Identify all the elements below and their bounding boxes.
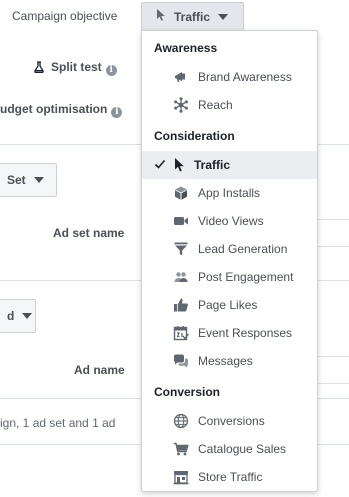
menu-item-label: App Installs xyxy=(198,186,261,200)
group-header-consideration: Consideration xyxy=(154,129,235,143)
info-icon[interactable]: i xyxy=(105,65,117,76)
menu-item-label: Video Views xyxy=(198,214,264,228)
objective-dropdown-menu: Awareness Brand Awareness Reach Consider… xyxy=(141,30,318,492)
campaign-objective-label: Campaign objective xyxy=(12,9,118,23)
info-icon[interactable]: i xyxy=(111,107,123,118)
globe-icon xyxy=(173,413,189,429)
menu-item-label: Traffic xyxy=(194,158,231,172)
menu-item-label: Lead Generation xyxy=(198,242,288,256)
menu-item-traffic[interactable]: Traffic xyxy=(142,151,317,179)
group-header-awareness: Awareness xyxy=(154,41,218,55)
people-icon xyxy=(173,269,189,285)
thumbs-up-icon xyxy=(173,297,189,313)
funnel-icon xyxy=(173,241,189,257)
summary-text: ign, 1 ad set and 1 ad xyxy=(0,416,116,430)
ad-name-input[interactable] xyxy=(318,356,349,384)
video-camera-icon xyxy=(173,213,189,229)
menu-item-video-views[interactable]: Video Views xyxy=(142,207,317,235)
objective-dropdown-trigger[interactable]: Traffic xyxy=(141,2,244,30)
menu-item-conversions[interactable]: Conversions xyxy=(142,407,317,435)
menu-item-event-responses[interactable]: Event Responses xyxy=(142,319,317,347)
box-icon xyxy=(173,185,189,201)
menu-item-reach[interactable]: Reach xyxy=(142,91,317,119)
menu-item-label: Catalogue Sales xyxy=(198,442,287,456)
ad-name-label: Ad name xyxy=(74,363,125,377)
budget-optimisation-text: udget optimisation xyxy=(0,102,108,116)
group-header-conversion: Conversion xyxy=(154,385,221,399)
chevron-down-icon xyxy=(22,313,33,319)
ad-set-button-label: Set xyxy=(7,173,26,187)
menu-item-label: Store Traffic xyxy=(198,470,263,484)
split-test-label: Split test i xyxy=(33,60,117,76)
menu-item-catalogue-sales[interactable]: Catalogue Sales xyxy=(142,435,317,463)
cursor-icon xyxy=(156,8,166,25)
menu-item-messages[interactable]: Messages xyxy=(142,347,317,375)
ad-set-dropdown-button[interactable]: Set xyxy=(0,163,57,197)
menu-item-brand-awareness[interactable]: Brand Awareness xyxy=(142,63,317,91)
flask-icon xyxy=(33,61,45,74)
ad-set-name-input[interactable] xyxy=(318,219,349,247)
menu-item-label: Brand Awareness xyxy=(198,70,292,84)
menu-item-store-traffic[interactable]: Store Traffic xyxy=(142,463,317,491)
megaphone-icon xyxy=(173,69,189,85)
menu-item-page-likes[interactable]: Page Likes xyxy=(142,291,317,319)
ad-set-name-label: Ad set name xyxy=(53,226,125,240)
chevron-down-icon xyxy=(33,177,44,183)
budget-optimisation-label: udget optimisation i xyxy=(0,102,123,118)
menu-item-label: Post Engagement xyxy=(198,270,294,284)
menu-item-app-installs[interactable]: App Installs xyxy=(142,179,317,207)
objective-selected-label: Traffic xyxy=(174,9,211,24)
menu-item-post-engagement[interactable]: Post Engagement xyxy=(142,263,317,291)
menu-item-label: Page Likes xyxy=(198,298,258,312)
ad-button-label: d xyxy=(7,309,15,323)
checkmark-icon xyxy=(154,158,166,170)
chat-bubbles-icon xyxy=(173,353,189,369)
cursor-icon xyxy=(172,157,188,173)
menu-item-lead-generation[interactable]: Lead Generation xyxy=(142,235,317,263)
store-icon xyxy=(173,469,189,485)
menu-item-label: Messages xyxy=(198,354,253,368)
shopping-cart-icon xyxy=(173,441,189,457)
calendar-icon xyxy=(173,325,190,341)
split-test-text: Split test xyxy=(51,60,102,74)
chevron-down-icon xyxy=(218,13,229,20)
reach-icon xyxy=(173,97,189,113)
menu-item-label: Conversions xyxy=(198,414,265,428)
menu-item-label: Reach xyxy=(198,98,233,112)
menu-item-label: Event Responses xyxy=(198,326,293,340)
ad-dropdown-button[interactable]: d xyxy=(0,299,36,333)
